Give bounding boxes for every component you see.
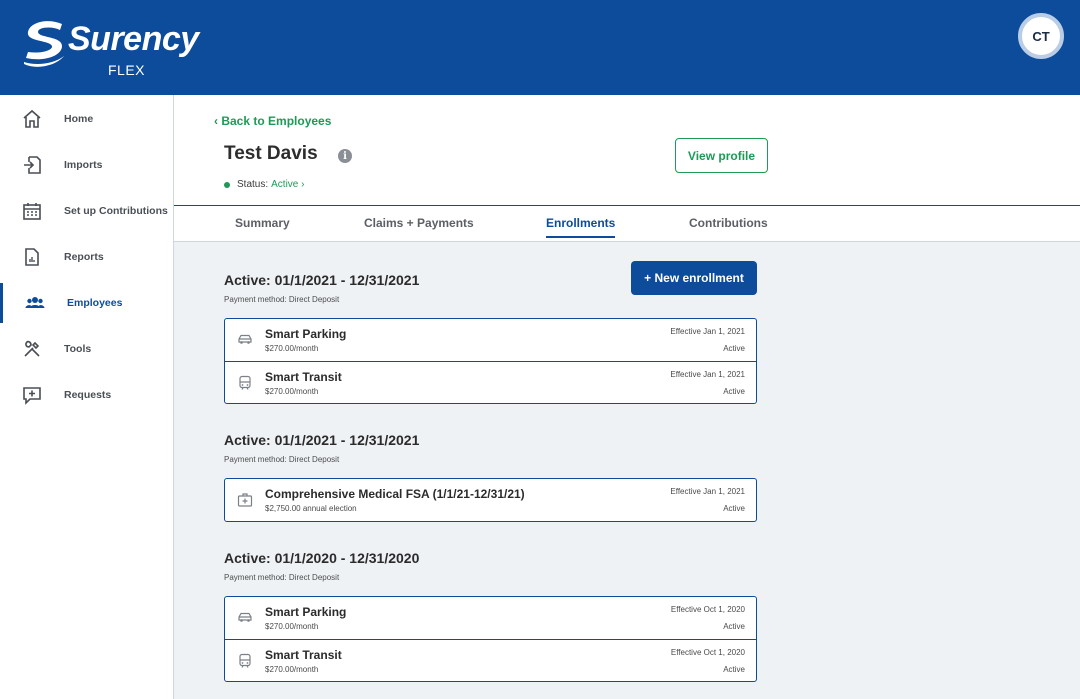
back-to-employees-link[interactable]: ‹ Back to Employees (214, 114, 331, 128)
home-icon (23, 109, 41, 128)
tab-summary[interactable]: Summary (235, 216, 290, 230)
enrollment-amount: $270.00/month (265, 387, 319, 396)
new-enrollment-button[interactable]: + New enrollment (631, 261, 757, 295)
brand-subtitle: FLEX (108, 62, 146, 78)
enrollment-status: Active (723, 344, 745, 353)
car-icon (238, 334, 252, 344)
payment-method: Payment method: Direct Deposit (224, 455, 340, 464)
brand-name: Surency (68, 20, 199, 58)
top-header: Surency FLEX CT (0, 0, 1080, 95)
enrollment-row[interactable]: Comprehensive Medical FSA (1/1/21-12/31/… (225, 479, 756, 521)
enrollment-period-title: Active: 01/1/2020 - 12/31/2020 (224, 550, 420, 566)
sidebar-item-tools[interactable]: Tools (0, 329, 173, 369)
calendar-icon (23, 203, 41, 220)
enrollment-period-title: Active: 01/1/2021 - 12/31/2021 (224, 272, 420, 288)
view-profile-button[interactable]: View profile (675, 138, 768, 173)
surency-logo-mark (24, 21, 64, 67)
sidebar-item-imports[interactable]: Imports (0, 145, 173, 185)
enrollment-effective: Effective Jan 1, 2021 (670, 487, 745, 496)
main-content: ‹ Back to Employees Test Davis i Status:… (174, 95, 1080, 699)
sidebar: Home Imports Set up Contributions Report… (0, 95, 174, 699)
payment-method: Payment method: Direct Deposit (224, 573, 340, 582)
enrollment-name: Smart Transit (265, 648, 342, 662)
sidebar-item-employees[interactable]: Employees (0, 283, 173, 323)
enrollment-amount: $2,750.00 annual election (265, 504, 357, 513)
report-icon (25, 248, 39, 266)
tab-claims-payments[interactable]: Claims + Payments (364, 216, 474, 230)
chevron-left-icon: ‹ (214, 114, 218, 128)
enrollment-card: Smart Parking $270.00/month Effective Ja… (224, 318, 757, 404)
employee-status: Status: Active › (224, 179, 305, 190)
chevron-right-icon: › (301, 179, 305, 190)
sidebar-item-reports[interactable]: Reports (0, 237, 173, 277)
back-link-label: Back to Employees (221, 114, 332, 128)
sidebar-item-label: Tools (64, 343, 92, 355)
tools-icon (24, 340, 40, 357)
enrollment-amount: $270.00/month (265, 665, 319, 674)
sidebar-item-setup-contributions[interactable]: Set up Contributions (0, 191, 173, 231)
enrollments-panel: + New enrollment Active: 01/1/2021 - 12/… (174, 242, 1080, 699)
enrollment-amount: $270.00/month (265, 622, 319, 631)
status-value-link[interactable]: Active › (271, 179, 304, 190)
enrollment-effective: Effective Jan 1, 2021 (670, 370, 745, 379)
enrollment-row[interactable]: Smart Parking $270.00/month Effective Oc… (225, 597, 756, 639)
sidebar-item-label: Imports (64, 159, 103, 171)
enrollment-name: Comprehensive Medical FSA (1/1/21-12/31/… (265, 487, 525, 501)
enrollment-row[interactable]: Smart Transit $270.00/month Effective Oc… (225, 639, 756, 681)
enrollment-effective: Effective Oct 1, 2020 (670, 648, 745, 657)
enrollment-status: Active (723, 622, 745, 631)
enrollment-name: Smart Parking (265, 327, 347, 341)
tab-contributions[interactable]: Contributions (689, 216, 768, 230)
request-icon (23, 387, 41, 405)
car-icon (238, 612, 252, 622)
user-avatar[interactable]: CT (1018, 13, 1064, 59)
sidebar-item-label: Home (64, 113, 94, 125)
payment-method: Payment method: Direct Deposit (224, 295, 340, 304)
enrollment-name: Smart Transit (265, 370, 342, 384)
enrollment-period-title: Active: 01/1/2021 - 12/31/2021 (224, 432, 420, 448)
tab-enrollments[interactable]: Enrollments (546, 216, 616, 238)
bus-icon (239, 653, 251, 668)
status-label: Status: (237, 179, 269, 190)
enrollment-card: Smart Parking $270.00/month Effective Oc… (224, 596, 757, 682)
sidebar-item-label: Employees (67, 297, 123, 309)
sidebar-item-label: Set up Contributions (64, 205, 168, 217)
surency-logo[interactable]: Surency FLEX (22, 16, 202, 80)
employee-name: Test Davis (224, 143, 318, 164)
status-dot-icon (224, 181, 230, 188)
import-icon (24, 156, 41, 174)
users-icon (25, 297, 45, 308)
enrollment-effective: Effective Oct 1, 2020 (670, 605, 745, 614)
enrollment-status: Active (723, 665, 745, 674)
sidebar-item-requests[interactable]: Requests (0, 375, 173, 415)
status-value: Active (271, 179, 299, 190)
enrollment-name: Smart Parking (265, 605, 347, 619)
sidebar-item-home[interactable]: Home (0, 99, 173, 139)
enrollment-status: Active (723, 504, 745, 513)
sidebar-item-label: Reports (64, 251, 104, 263)
employee-header: ‹ Back to Employees Test Davis i Status:… (174, 95, 1080, 205)
enrollment-effective: Effective Jan 1, 2021 (670, 327, 745, 336)
enrollment-amount: $270.00/month (265, 344, 319, 353)
enrollment-card: Comprehensive Medical FSA (1/1/21-12/31/… (224, 478, 757, 522)
info-icon[interactable]: i (338, 149, 352, 163)
enrollment-row[interactable]: Smart Transit $270.00/month Effective Ja… (225, 361, 756, 403)
enrollment-status: Active (723, 387, 745, 396)
medical-kit-icon (237, 493, 253, 507)
enrollment-row[interactable]: Smart Parking $270.00/month Effective Ja… (225, 319, 756, 361)
sidebar-item-label: Requests (64, 389, 112, 401)
bus-icon (239, 375, 251, 390)
tab-bar: Summary Claims + Payments Enrollments Co… (174, 205, 1080, 242)
